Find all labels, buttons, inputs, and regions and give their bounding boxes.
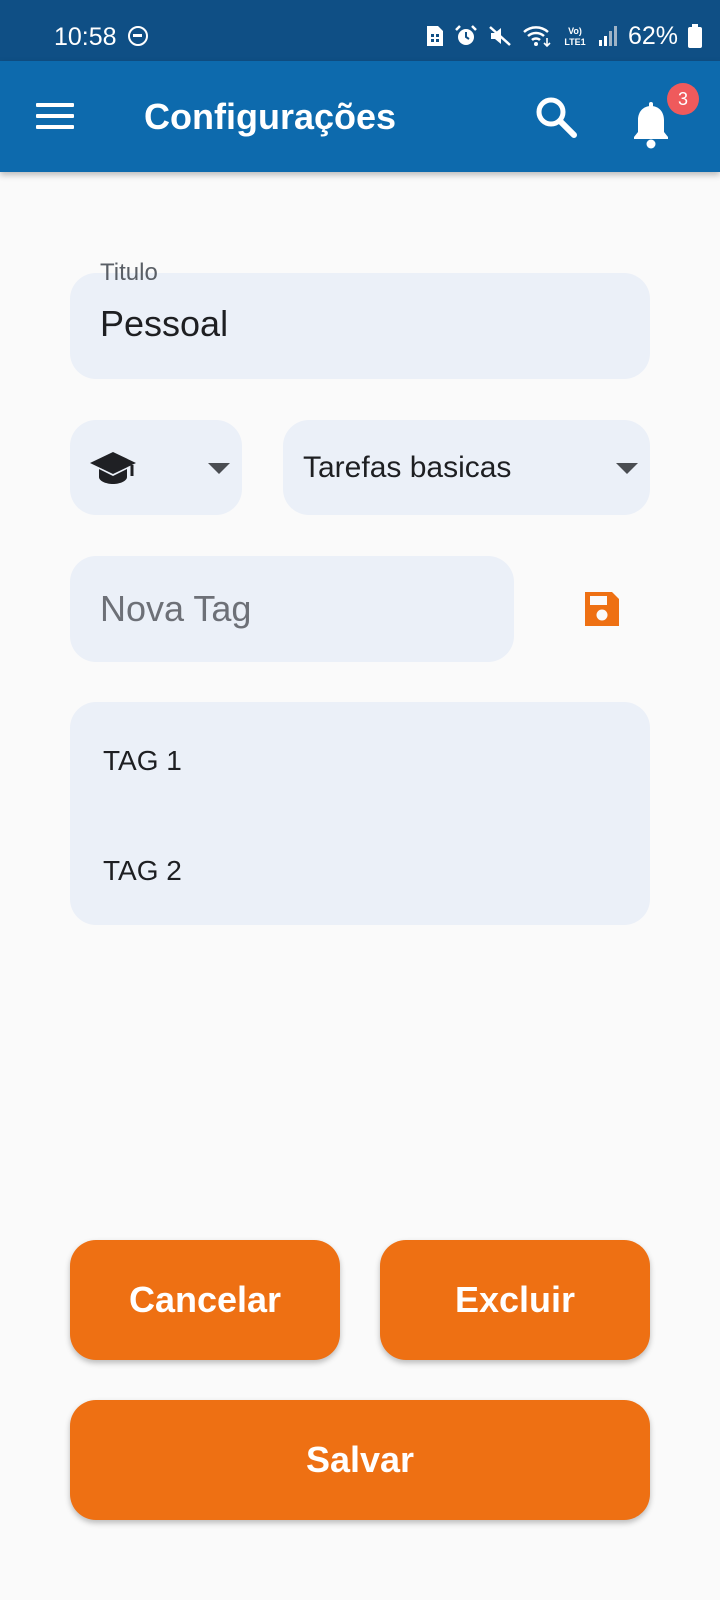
search-icon[interactable] xyxy=(533,94,579,140)
category-value: Tarefas basicas xyxy=(303,451,512,484)
status-bar: 10:58 Vo) LTE1 62% xyxy=(0,0,720,61)
menu-icon[interactable] xyxy=(36,103,74,129)
category-select[interactable]: Tarefas basicas xyxy=(283,420,650,515)
save-icon[interactable] xyxy=(583,590,621,628)
notification-badge: 3 xyxy=(667,83,699,115)
battery-icon xyxy=(688,24,702,48)
svg-text:LTE1: LTE1 xyxy=(564,37,585,47)
app-bar: Configurações xyxy=(0,61,720,172)
volte-icon: Vo) LTE1 xyxy=(564,26,585,47)
dnd-icon xyxy=(128,26,148,46)
page-title: Configurações xyxy=(144,96,397,137)
mute-icon xyxy=(489,26,511,46)
sim-card-icon xyxy=(426,26,443,46)
cancel-button[interactable]: Cancelar xyxy=(70,1240,340,1360)
svg-text:Vo): Vo) xyxy=(568,26,582,36)
graduation-cap-icon xyxy=(90,452,136,484)
title-label: Titulo xyxy=(100,259,158,286)
status-icons: Vo) LTE1 62% xyxy=(426,20,702,52)
new-tag-input[interactable] xyxy=(100,556,500,662)
battery-percent: 62% xyxy=(627,22,678,50)
tag-item[interactable]: TAG 2 xyxy=(103,854,182,888)
tag-item[interactable]: TAG 1 xyxy=(103,744,182,778)
delete-button[interactable]: Excluir xyxy=(380,1240,650,1360)
status-time: 10:58 xyxy=(54,23,117,51)
chevron-down-icon xyxy=(616,463,638,474)
wifi-icon xyxy=(523,26,551,48)
tag-list: TAG 1 TAG 2 xyxy=(70,702,650,925)
signal-icon xyxy=(598,26,617,46)
save-button[interactable]: Salvar xyxy=(70,1400,650,1520)
title-field[interactable]: Pessoal xyxy=(70,273,650,379)
new-tag-field[interactable] xyxy=(70,556,514,662)
alarm-icon xyxy=(455,25,477,45)
title-value: Pessoal xyxy=(100,303,229,344)
chevron-down-icon xyxy=(208,463,230,474)
icon-select[interactable] xyxy=(70,420,242,515)
